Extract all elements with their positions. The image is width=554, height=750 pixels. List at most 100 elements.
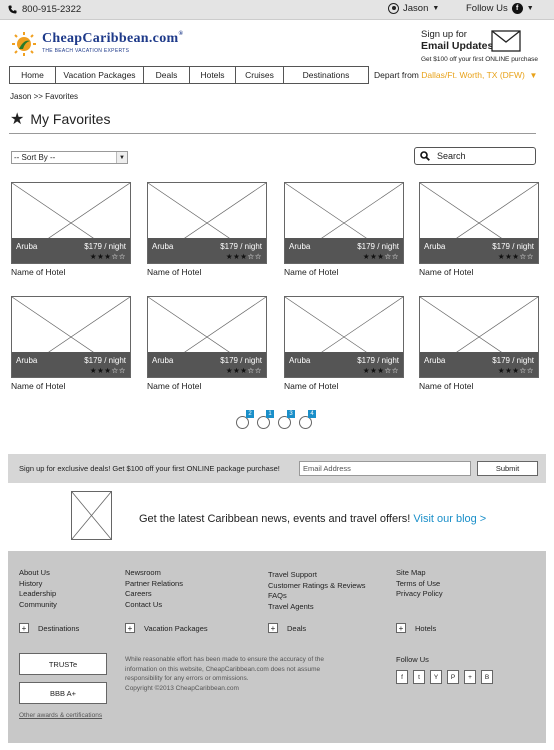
footer-link[interactable]: Privacy Policy	[396, 589, 443, 600]
signup-line3: Get $100 off your first ONLINE purchase	[421, 56, 538, 63]
footer-link[interactable]: History	[19, 579, 57, 590]
footer-category-vacation-packages[interactable]: + Vacation Packages	[125, 623, 208, 633]
follow-us-label: Follow Us	[466, 3, 508, 14]
hotel-image-placeholder[interactable]: Aruba $179 / night ★★★☆☆	[147, 296, 267, 378]
chevron-down-icon: ▼	[526, 5, 534, 12]
star-empty-icon: ☆	[519, 252, 527, 261]
footer-category-deals[interactable]: + Deals	[268, 623, 306, 633]
star-empty-icon: ☆	[526, 252, 534, 261]
follow-us-menu[interactable]: Follow Us f ▼	[466, 3, 534, 14]
logo-name: CheapCaribbean.com	[42, 31, 179, 46]
footer-col-news: Newsroom Partner Relations Careers Conta…	[125, 568, 183, 610]
logo-tagline: THE BEACH VACATION EXPERTS	[42, 48, 130, 54]
hotel-image-placeholder[interactable]: Aruba $179 / night ★★★☆☆	[419, 296, 539, 378]
nav-hotels[interactable]: Hotels	[190, 67, 236, 83]
hotel-rating: ★★★☆☆	[226, 366, 262, 375]
awards-link[interactable]: Other awards & certifications	[19, 712, 102, 719]
hotel-image-placeholder[interactable]: Aruba $179 / night ★★★☆☆	[284, 182, 404, 264]
hotel-image-placeholder[interactable]: Aruba $179 / night ★★★☆☆	[11, 296, 131, 378]
hotel-image-placeholder[interactable]: Aruba $179 / night ★★★☆☆	[11, 182, 131, 264]
search-placeholder: Search	[437, 151, 466, 161]
footer-link[interactable]: Customer Ratings & Reviews	[268, 581, 366, 592]
youtube-icon[interactable]: Y	[430, 670, 442, 684]
submit-button[interactable]: Submit	[477, 461, 538, 476]
footer-link[interactable]: Contact Us	[125, 600, 183, 611]
footer-link[interactable]: Travel Support	[268, 570, 366, 581]
hotel-price: $179 / night	[357, 356, 399, 365]
footer-category-hotels[interactable]: + Hotels	[396, 623, 436, 633]
footer-link[interactable]: Community	[19, 600, 57, 611]
nav-cruises[interactable]: Cruises	[236, 67, 284, 83]
blog-link[interactable]: Visit our blog >	[413, 513, 486, 525]
footer-category-destinations[interactable]: + Destinations	[19, 623, 79, 633]
footer-link[interactable]: Leadership	[19, 589, 57, 600]
footer-link[interactable]: Newsroom	[125, 568, 183, 579]
sort-select[interactable]: -- Sort By -- ▼	[11, 151, 128, 164]
hotel-name[interactable]: Name of Hotel	[419, 267, 473, 277]
hotel-info-band: Aruba $179 / night ★★★☆☆	[420, 238, 538, 263]
facebook-icon[interactable]: f	[396, 670, 408, 684]
depart-from[interactable]: Depart from Dallas/Ft. Worth, TX (DFW) ▼	[374, 70, 537, 80]
hotel-image-placeholder[interactable]: Aruba $179 / night ★★★☆☆	[284, 296, 404, 378]
star-empty-icon: ☆	[254, 366, 262, 375]
footer-link[interactable]: FAQs	[268, 591, 366, 602]
nav-home[interactable]: Home	[10, 67, 56, 83]
site-logo[interactable]: CheapCaribbean.com® THE BEACH VACATION E…	[10, 31, 183, 57]
star-empty-icon: ☆	[384, 252, 392, 261]
nav-vacation-packages[interactable]: Vacation Packages	[56, 67, 144, 83]
footer-link[interactable]: About Us	[19, 568, 57, 579]
phone-number[interactable]: 800-915-2322	[8, 4, 81, 15]
hotel-price: $179 / night	[220, 242, 262, 251]
hotel-image-placeholder[interactable]: Aruba $179 / night ★★★☆☆	[419, 182, 539, 264]
hotel-image-placeholder[interactable]: Aruba $179 / night ★★★☆☆	[147, 182, 267, 264]
email-field[interactable]: Email Address	[299, 461, 471, 476]
hotel-name[interactable]: Name of Hotel	[284, 267, 338, 277]
phone-text: 800-915-2322	[22, 4, 82, 15]
hotel-location: Aruba	[152, 242, 174, 251]
page-number[interactable]: 1	[266, 410, 274, 418]
hotel-location: Aruba	[424, 356, 446, 365]
hotel-rating: ★★★☆☆	[498, 252, 534, 261]
hotel-name[interactable]: Name of Hotel	[284, 381, 338, 391]
blog-text: Get the latest Caribbean news, events an…	[139, 513, 411, 525]
facebook-icon[interactable]: f	[511, 3, 523, 14]
footer-link[interactable]: Terms of Use	[396, 579, 443, 590]
hotel-rating: ★★★☆☆	[498, 366, 534, 375]
nav-deals[interactable]: Deals	[144, 67, 190, 83]
twitter-icon[interactable]: t	[413, 670, 425, 684]
page-number[interactable]: 4	[308, 410, 316, 418]
hotel-name[interactable]: Name of Hotel	[11, 267, 65, 277]
star-filled-icon: ★	[497, 252, 506, 261]
star-filled-icon: ★	[362, 366, 371, 375]
footer-link[interactable]: Travel Agents	[268, 602, 366, 613]
hotel-name[interactable]: Name of Hotel	[419, 381, 473, 391]
pinterest-icon[interactable]: P	[447, 670, 459, 684]
star-empty-icon: ☆	[247, 366, 255, 375]
search-input[interactable]: Search	[414, 147, 536, 165]
page-number[interactable]: 2	[246, 410, 254, 418]
breadcrumb[interactable]: Jason >> Favorites	[10, 92, 78, 101]
hotel-price: $179 / night	[492, 356, 534, 365]
blog-icon[interactable]: B	[481, 670, 493, 684]
bbb-badge[interactable]: BBB A+	[19, 682, 107, 704]
footer-link[interactable]: Site Map	[396, 568, 443, 579]
truste-badge[interactable]: TRUSTe	[19, 653, 107, 675]
star-filled-icon: ★	[377, 252, 385, 261]
footer-link[interactable]: Careers	[125, 589, 183, 600]
hotel-name[interactable]: Name of Hotel	[147, 381, 201, 391]
page-number[interactable]: 3	[287, 410, 295, 418]
nav-destinations[interactable]: Destinations	[284, 67, 368, 83]
footer-category-label: Destinations	[38, 623, 80, 633]
email-signup-promo[interactable]: Sign up for Email Updates Get $100 off y…	[421, 29, 546, 63]
hotel-rating: ★★★☆☆	[363, 366, 399, 375]
hotel-rating: ★★★☆☆	[363, 252, 399, 261]
signup-line1: Sign up for	[421, 29, 467, 40]
footer-link[interactable]: Partner Relations	[125, 579, 183, 590]
blog-image-placeholder	[71, 491, 112, 540]
google-plus-icon[interactable]: +	[464, 670, 476, 684]
user-menu[interactable]: Jason ▼	[388, 3, 439, 14]
page-title-text: My Favorites	[30, 111, 111, 127]
hotel-name[interactable]: Name of Hotel	[11, 381, 65, 391]
hotel-name[interactable]: Name of Hotel	[147, 267, 201, 277]
star-empty-icon: ☆	[391, 366, 399, 375]
